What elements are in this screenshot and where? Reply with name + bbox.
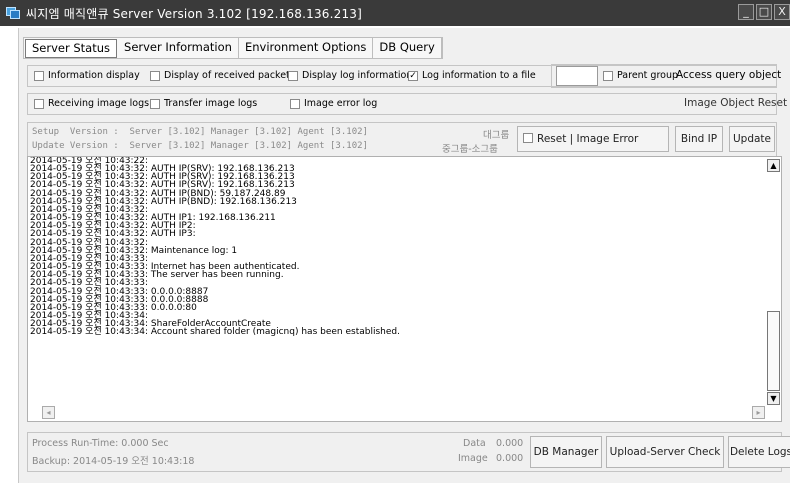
process-runtime-text: Process Run-Time: 0.000 Sec xyxy=(32,438,169,449)
log-to-file-option[interactable]: ✓ Log information to a file xyxy=(408,70,536,81)
group-large-label: 대그룹 xyxy=(483,130,510,141)
group-mid-small-label: 중그룹-소그룹 xyxy=(442,144,498,155)
parent-group-checkbox[interactable] xyxy=(603,70,613,81)
image-error-log-option[interactable]: Image error log xyxy=(290,98,377,109)
image-value: 0.000 xyxy=(496,453,524,464)
information-display-checkbox[interactable] xyxy=(34,70,44,81)
received-packets-option[interactable]: Display of received packets xyxy=(150,70,295,81)
update-version-text: Update Version : Server [3.102] Manager … xyxy=(32,141,368,151)
information-display-label: Information display xyxy=(48,70,140,81)
log-information-checkbox[interactable] xyxy=(288,70,298,81)
parent-group-option[interactable]: Parent group xyxy=(603,70,678,81)
transfer-image-logs-option[interactable]: Transfer image logs xyxy=(150,98,257,109)
information-display-option[interactable]: Information display xyxy=(34,70,140,81)
reset-checkbox[interactable] xyxy=(523,133,533,143)
window-title: 씨지엠 매직앤큐 Server Version 3.102 [192.168.1… xyxy=(26,6,363,21)
scroll-right-arrow-icon[interactable]: ▸ xyxy=(752,406,765,419)
image-object-reset-button[interactable]: Image Object Reset xyxy=(684,97,787,109)
options-row-1: Information display Display of received … xyxy=(27,64,781,88)
log-line: 2014-05-19 오전 10:43:34: Account shared f… xyxy=(30,327,400,338)
transfer-image-logs-checkbox[interactable] xyxy=(150,98,160,109)
app-icon xyxy=(6,7,20,19)
log-lines: 2014-05-19 오전 10:43:22: 2014-05-19 오전 10:… xyxy=(30,157,760,338)
scroll-down-arrow-icon[interactable]: ▼ xyxy=(767,392,780,405)
version-panel: Setup Version : Server [3.102] Manager [… xyxy=(27,122,777,169)
setup-version-text: Setup Version : Server [3.102] Manager [… xyxy=(32,127,368,137)
horizontal-scrollbar[interactable]: ◂ ▸ xyxy=(42,406,765,419)
image-error-log-label: Image error log xyxy=(304,98,378,109)
log-information-option[interactable]: Display log information xyxy=(288,70,412,81)
log-information-label: Display log information xyxy=(302,70,413,81)
update-button[interactable]: Update xyxy=(729,126,775,152)
title-bar: 씨지엠 매직앤큐 Server Version 3.102 [192.168.1… xyxy=(0,0,790,26)
parent-group-input[interactable] xyxy=(556,66,598,86)
data-value: 0.000 xyxy=(496,438,524,449)
access-query-label: Access query object xyxy=(676,69,782,81)
maximize-button[interactable]: □ xyxy=(756,4,772,20)
upload-server-check-button[interactable]: Upload-Server Check xyxy=(606,436,724,468)
image-label: Image xyxy=(458,453,488,464)
transfer-image-logs-label: Transfer image logs xyxy=(164,98,258,109)
backup-text: Backup: 2014-05-19 오전 10:43:18 xyxy=(32,456,195,467)
window-controls: _ □ X xyxy=(738,4,790,20)
receiving-image-logs-label: Receiving image logs xyxy=(48,98,150,109)
minimize-button[interactable]: _ xyxy=(738,4,754,20)
parent-group-label: Parent group xyxy=(617,70,679,81)
vertical-scrollbar[interactable]: ▲ ▼ xyxy=(767,159,780,405)
close-button[interactable]: X xyxy=(774,4,790,20)
log-view[interactable]: 2014-05-19 오전 10:43:22: 2014-05-19 오전 10:… xyxy=(27,156,782,422)
received-packets-checkbox[interactable] xyxy=(150,70,160,81)
db-manager-button[interactable]: DB Manager xyxy=(530,436,602,468)
tab-db-query[interactable]: DB Query xyxy=(373,37,442,59)
receiving-image-logs-checkbox[interactable] xyxy=(34,98,44,109)
image-error-log-checkbox[interactable] xyxy=(290,98,300,109)
tab-server-information[interactable]: Server Information xyxy=(118,37,239,59)
delete-logs-button[interactable]: Delete Logs xyxy=(728,436,790,468)
scroll-thumb[interactable] xyxy=(767,311,780,391)
log-to-file-checkbox[interactable]: ✓ xyxy=(408,70,418,81)
bind-ip-button[interactable]: Bind IP xyxy=(675,126,723,152)
tab-server-status[interactable]: Server Status xyxy=(25,38,118,58)
tab-environment-options[interactable]: Environment Options xyxy=(239,37,374,59)
scroll-up-arrow-icon[interactable]: ▲ xyxy=(767,159,780,172)
receiving-image-logs-option[interactable]: Receiving image logs xyxy=(34,98,149,109)
scroll-left-arrow-icon[interactable]: ◂ xyxy=(42,406,55,419)
options-row-2: Receiving image logs Transfer image logs… xyxy=(27,93,787,115)
tab-strip: Server Status Server Information Environ… xyxy=(23,37,443,59)
log-to-file-label: Log information to a file xyxy=(422,70,536,81)
status-footer: Process Run-Time: 0.000 Sec Backup: 2014… xyxy=(27,432,790,472)
received-packets-label: Display of received packets xyxy=(164,70,295,81)
data-label: Data xyxy=(463,438,486,449)
main-window: Server Status Server Information Environ… xyxy=(18,28,790,483)
reset-image-error-check[interactable]: Reset | Image Error Check xyxy=(517,126,669,169)
